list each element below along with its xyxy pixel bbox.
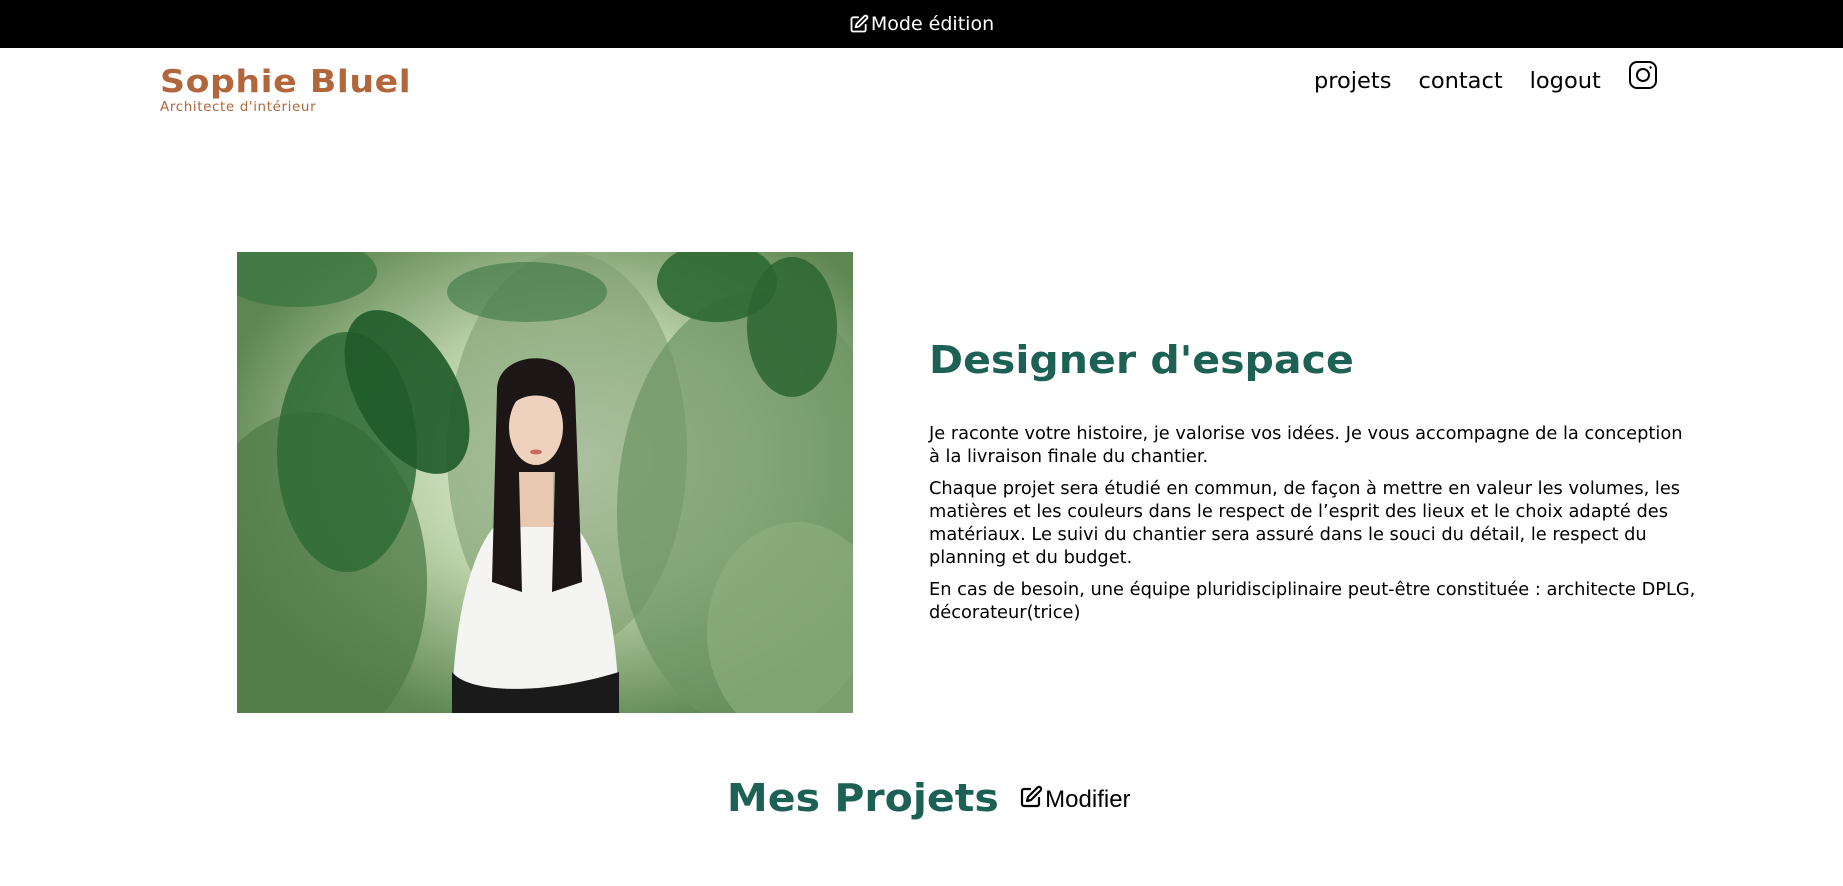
- main-nav: projets contact logout: [1314, 61, 1658, 95]
- nav-link-logout[interactable]: logout: [1530, 68, 1601, 94]
- logo-title: Sophie Bluel: [160, 64, 412, 100]
- intro-paragraph: Je raconte votre histoire, je valorise v…: [929, 423, 1683, 467]
- intro-title: Designer d'espace: [929, 338, 1354, 382]
- pen-to-square-icon: [849, 14, 869, 34]
- intro-paragraph: Chaque projet sera étudié en commun, de …: [929, 478, 1681, 568]
- projects-header: Mes Projets Modifier: [0, 776, 1843, 820]
- edit-mode-label: Mode édition: [870, 13, 995, 35]
- site-header: Sophie Bluel Architecte d'intérieur proj…: [0, 48, 1843, 128]
- logo-subtitle: Architecte d'intérieur: [160, 99, 317, 115]
- architect-portrait-photo: [237, 252, 853, 713]
- projects-title: Mes Projets: [727, 776, 1000, 820]
- pen-to-square-icon: [1019, 785, 1043, 816]
- nav-link-projets[interactable]: projets: [1314, 68, 1391, 94]
- edit-mode-bar[interactable]: Mode édition: [0, 0, 1843, 48]
- nav-link-contact[interactable]: contact: [1418, 68, 1502, 94]
- modify-projects-button[interactable]: Modifier: [1019, 785, 1131, 816]
- intro-section: Designer d'espace Je raconte votre histo…: [929, 325, 1699, 633]
- modify-label: Modifier: [1045, 786, 1131, 813]
- logo[interactable]: Sophie Bluel Architecte d'intérieur: [160, 66, 411, 115]
- intro-paragraph: En cas de besoin, une équipe pluridiscip…: [929, 579, 1696, 623]
- instagram-icon[interactable]: [1628, 60, 1658, 95]
